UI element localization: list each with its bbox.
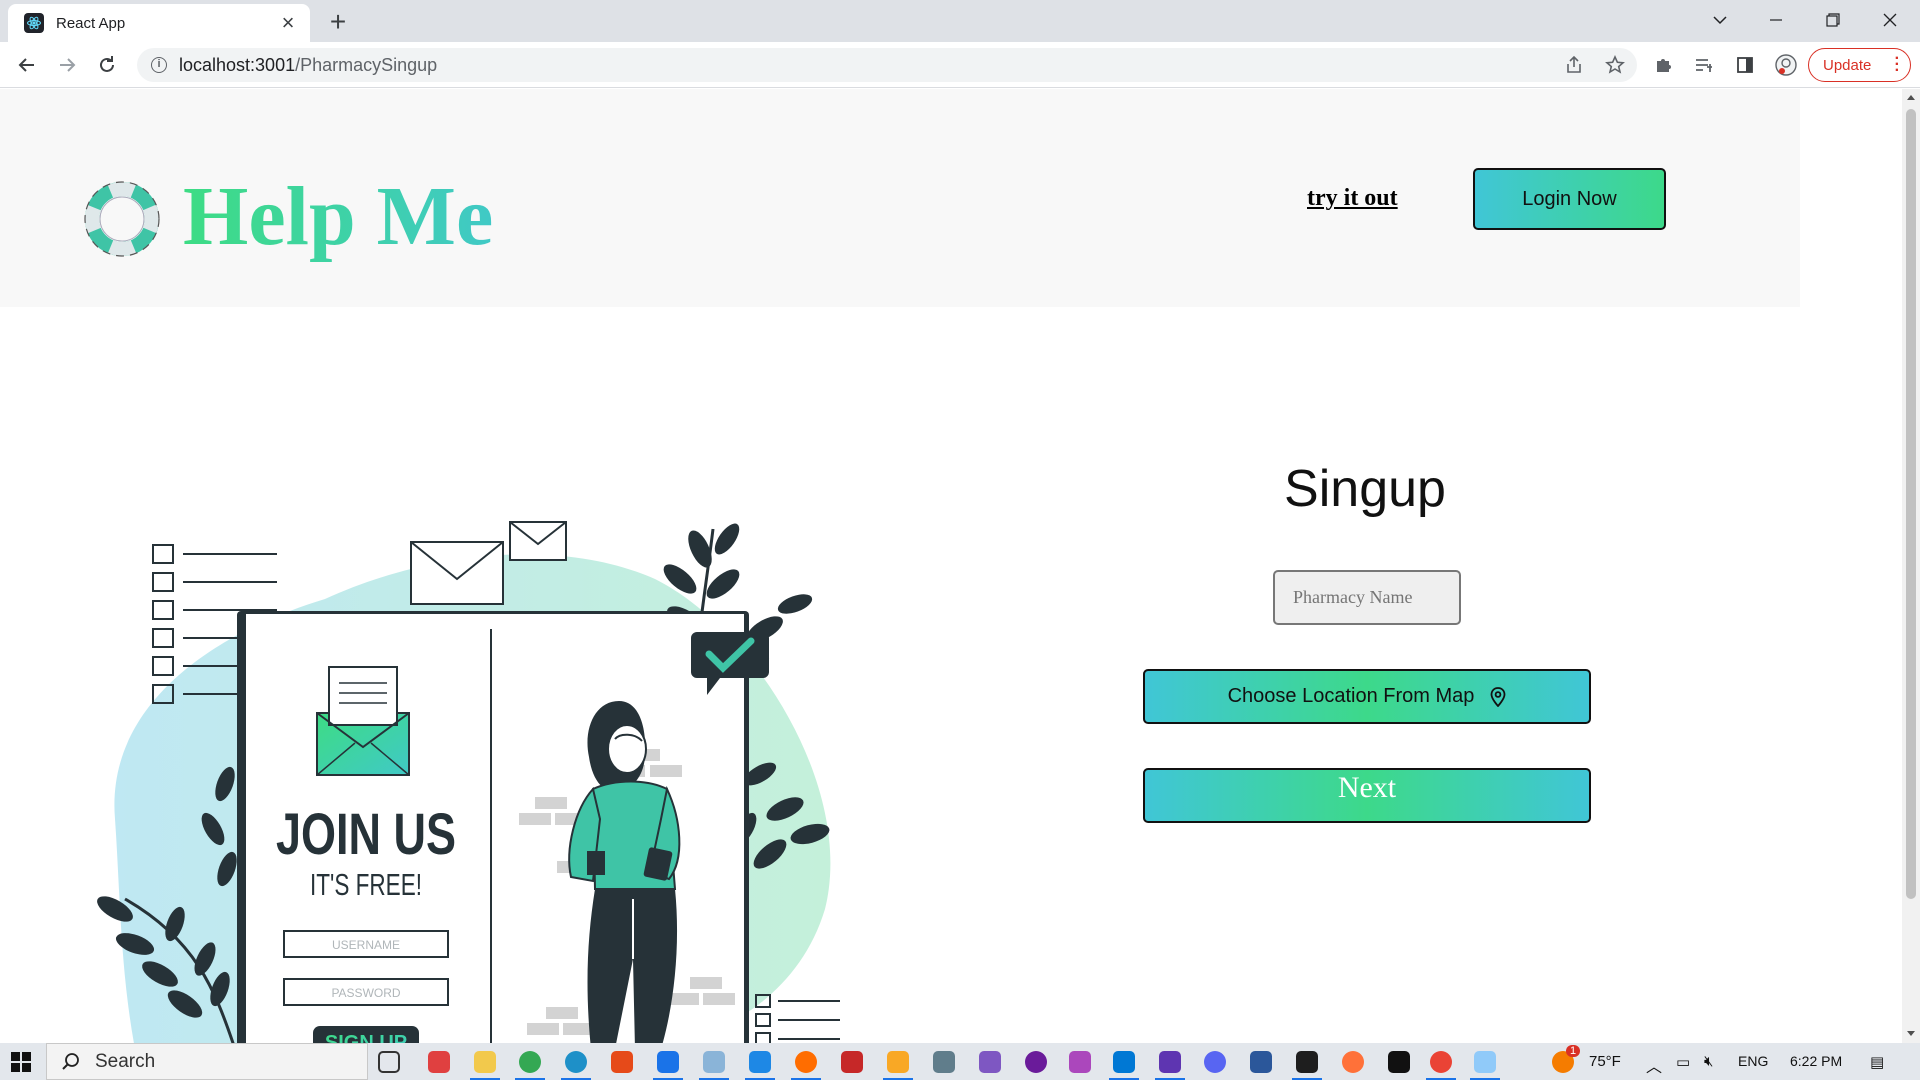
app-icon-purple[interactable] [979, 1051, 1001, 1073]
sign-up-label: SIGN UP [325, 1032, 407, 1043]
windows-taskbar: Search 1 75°F ︿ ▭ 🔇︎ ENG 6:22 PM ▤ [0, 1043, 1920, 1080]
app-icon-grey[interactable] [933, 1051, 955, 1073]
site-header: Help Me try it out Login Now [0, 89, 1800, 307]
more-menu-icon[interactable]: · · · [1895, 51, 1900, 79]
photos-icon[interactable] [699, 1051, 729, 1080]
location-pin-icon [1490, 686, 1506, 707]
minimize-icon[interactable] [1748, 0, 1804, 40]
its-free-subheading: IT'S FREE! [310, 867, 422, 902]
try-it-out-link[interactable]: try it out [1307, 185, 1398, 212]
join-us-heading: JOIN US [276, 802, 456, 867]
lifebuoy-logo-icon [84, 181, 160, 257]
extensions-puzzle-icon[interactable] [1652, 53, 1676, 77]
windows-start-icon[interactable] [11, 1052, 31, 1072]
join-us-illustration: JOIN US IT'S FREE! USERNAME PASSWORD SIG… [97, 521, 840, 1043]
new-tab-plus-icon[interactable]: + [325, 8, 351, 36]
browser-toolbar: i localhost:3001/PharmacySingup Update ·… [0, 42, 1920, 88]
tray-chevron-icon[interactable]: ︿ [1646, 1053, 1662, 1077]
clock[interactable]: 6:22 PM [1790, 1053, 1842, 1069]
chrome-alt-icon[interactable] [1426, 1051, 1456, 1080]
postman-icon[interactable] [791, 1051, 821, 1080]
scroll-thumb[interactable] [1906, 109, 1916, 899]
profile-avatar-icon[interactable] [1774, 53, 1798, 77]
vscode-icon[interactable] [1109, 1051, 1139, 1080]
reading-list-icon[interactable] [1692, 53, 1716, 77]
app-icon-indigo[interactable] [1155, 1051, 1185, 1080]
mail-icon[interactable] [653, 1051, 683, 1080]
weather-temp[interactable]: 75°F [1589, 1053, 1621, 1070]
file-explorer-icon[interactable] [470, 1051, 500, 1080]
figma-icon[interactable] [1292, 1051, 1322, 1080]
language-indicator[interactable]: ENG [1738, 1053, 1768, 1069]
chrome-icon[interactable] [515, 1051, 545, 1080]
tab-title: React App [56, 14, 126, 32]
tab-search-chevron-icon[interactable] [1692, 0, 1748, 40]
action-center-icon[interactable]: ▤ [1870, 1053, 1884, 1071]
close-window-icon[interactable] [1862, 0, 1918, 40]
word-icon[interactable] [1250, 1051, 1272, 1073]
battery-icon[interactable]: ▭ [1676, 1053, 1690, 1071]
app-icon-red[interactable] [428, 1051, 450, 1073]
site-info-icon[interactable]: i [151, 57, 167, 73]
firefox-icon[interactable] [1342, 1051, 1364, 1073]
discord-icon[interactable] [1204, 1051, 1226, 1073]
restore-icon[interactable] [1805, 0, 1861, 40]
url-text: localhost:3001/PharmacySingup [179, 54, 438, 75]
username-placeholder: USERNAME [332, 938, 400, 952]
next-button[interactable]: Next [1143, 768, 1591, 823]
taskbar-search-label: Search [95, 1050, 156, 1072]
password-placeholder: PASSWORD [331, 986, 400, 1000]
edge-icon[interactable] [561, 1051, 591, 1080]
terminal-icon[interactable] [1388, 1051, 1410, 1073]
update-button[interactable]: Update · · · [1808, 48, 1911, 82]
forward-icon[interactable] [52, 50, 82, 80]
app-icon-violet[interactable] [1025, 1051, 1047, 1073]
browser-tab-strip: React App × + [0, 0, 1920, 42]
search-icon [62, 1052, 79, 1070]
side-panel-icon[interactable] [1733, 53, 1757, 77]
close-tab-icon[interactable]: × [276, 11, 300, 35]
notification-badge: 1 [1566, 1045, 1581, 1057]
bookmark-star-icon[interactable] [1603, 53, 1627, 77]
sublime-icon[interactable] [883, 1051, 913, 1080]
signup-title: Singup [1284, 460, 1446, 518]
volume-muted-icon[interactable]: 🔇︎ [1704, 1053, 1713, 1070]
share-icon[interactable] [1562, 53, 1586, 77]
back-icon[interactable] [12, 50, 42, 80]
choose-location-label: Choose Location From Map [1227, 685, 1475, 707]
page-scrollbar[interactable] [1902, 89, 1920, 1043]
browser-tab[interactable]: React App × [8, 4, 310, 42]
reload-icon[interactable] [92, 50, 122, 80]
address-bar[interactable]: i localhost:3001/PharmacySingup [137, 48, 1637, 82]
app-icon-light-blue[interactable] [1470, 1051, 1500, 1080]
scroll-down-arrow-icon[interactable] [1907, 1031, 1915, 1036]
choose-location-button[interactable]: Choose Location From Map [1143, 669, 1591, 724]
office-icon[interactable] [611, 1051, 633, 1073]
pharmacy-name-input[interactable] [1273, 570, 1461, 625]
task-view-icon[interactable] [378, 1051, 400, 1073]
login-now-button[interactable]: Login Now [1473, 168, 1666, 230]
scroll-up-arrow-icon[interactable] [1907, 95, 1915, 100]
taskbar-search-box[interactable]: Search [46, 1043, 368, 1080]
app-icon-blue[interactable] [745, 1051, 775, 1080]
page-viewport: Help Me try it out Login Now JOIN US IT'… [0, 89, 1902, 1043]
update-label: Update [1823, 56, 1872, 74]
brand-title[interactable]: Help Me [183, 167, 493, 267]
react-icon [24, 13, 44, 33]
app-icon-dark-red[interactable] [841, 1051, 863, 1073]
app-icon-pink[interactable] [1069, 1051, 1091, 1073]
